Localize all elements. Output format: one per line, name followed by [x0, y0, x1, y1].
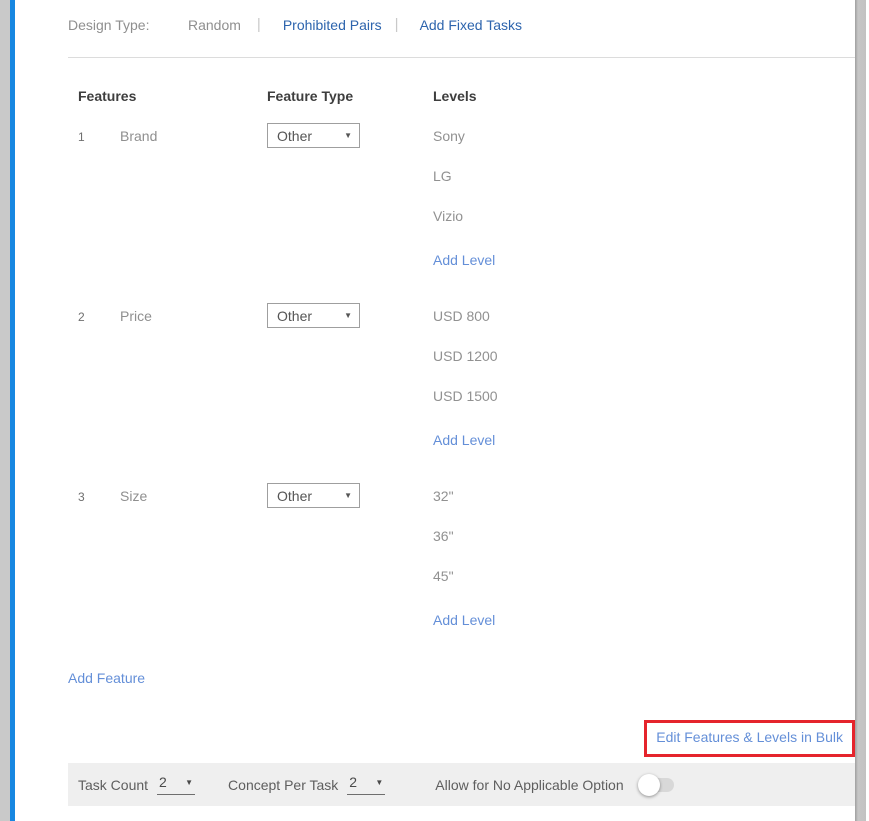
content-area: Design Type: Random | Prohibited Pairs |… — [15, 0, 869, 821]
chevron-down-icon: ▼ — [375, 778, 383, 787]
chevron-down-icon: ▼ — [344, 311, 352, 320]
feature-type-selected-value: Other — [277, 308, 312, 324]
feature-name[interactable]: Brand — [120, 123, 267, 270]
design-type-label: Design Type: — [68, 17, 188, 33]
concept-per-task-value: 2 — [349, 774, 357, 790]
table-row: 1 Brand Other ▼ Sony LG Vizio Add Level — [68, 123, 855, 270]
feature-index: 1 — [78, 123, 120, 270]
level-value[interactable]: LG — [433, 163, 855, 203]
settings-bar: Task Count 2 ▼ Concept Per Task 2 ▼ Allo… — [68, 763, 855, 806]
concept-per-task-label: Concept Per Task — [228, 777, 338, 793]
features-column-header: Features — [78, 88, 267, 104]
feature-name[interactable]: Price — [120, 303, 267, 450]
table-row: 3 Size Other ▼ 32" 36" 45" Add Level — [68, 483, 855, 630]
feature-index: 2 — [78, 303, 120, 450]
level-value[interactable]: 36" — [433, 523, 855, 563]
feature-type-selected-value: Other — [277, 128, 312, 144]
table-row: 2 Price Other ▼ USD 800 USD 1200 USD 150… — [68, 303, 855, 450]
chevron-down-icon: ▼ — [185, 778, 193, 787]
conjoint-settings-page: Design Type: Random | Prohibited Pairs |… — [0, 0, 869, 821]
feature-type-dropdown[interactable]: Other ▼ — [267, 303, 360, 328]
task-count-value: 2 — [159, 774, 167, 790]
feature-type-dropdown[interactable]: Other ▼ — [267, 123, 360, 148]
concept-per-task-dropdown[interactable]: 2 ▼ — [347, 774, 385, 795]
bulk-edit-highlight-box: Edit Features & Levels in Bulk — [644, 720, 855, 757]
design-type-value[interactable]: Random — [188, 17, 241, 33]
add-level-link[interactable]: Add Level — [433, 612, 495, 628]
add-fixed-tasks-link[interactable]: Add Fixed Tasks — [420, 17, 522, 33]
feature-type-selected-value: Other — [277, 488, 312, 504]
add-level-link[interactable]: Add Level — [433, 252, 495, 268]
level-value[interactable]: 32" — [433, 483, 855, 523]
chevron-down-icon: ▼ — [344, 131, 352, 140]
add-level-link[interactable]: Add Level — [433, 432, 495, 448]
add-feature-link[interactable]: Add Feature — [68, 670, 145, 686]
task-count-label: Task Count — [78, 777, 148, 793]
level-value[interactable]: USD 800 — [433, 303, 855, 343]
no-applicable-option-toggle[interactable] — [640, 778, 674, 792]
vertical-scrollbar[interactable] — [855, 0, 866, 821]
bulk-edit-row: Edit Features & Levels in Bulk — [68, 720, 855, 757]
levels-column-header: Levels — [433, 88, 855, 104]
task-count-dropdown[interactable]: 2 ▼ — [157, 774, 195, 795]
level-value[interactable]: USD 1500 — [433, 383, 855, 423]
level-value[interactable]: USD 1200 — [433, 343, 855, 383]
design-type-row: Design Type: Random | Prohibited Pairs |… — [68, 0, 855, 33]
separator: | — [257, 16, 261, 33]
level-value[interactable]: Sony — [433, 123, 855, 163]
feature-type-dropdown[interactable]: Other ▼ — [267, 483, 360, 508]
prohibited-pairs-link[interactable]: Prohibited Pairs — [283, 17, 382, 33]
feature-rows: 1 Brand Other ▼ Sony LG Vizio Add Level — [68, 123, 855, 630]
feature-type-column-header: Feature Type — [267, 88, 433, 104]
feature-name[interactable]: Size — [120, 483, 267, 630]
edit-features-levels-bulk-link[interactable]: Edit Features & Levels in Bulk — [656, 729, 843, 745]
level-value[interactable]: Vizio — [433, 203, 855, 243]
level-value[interactable]: 45" — [433, 563, 855, 603]
toggle-knob — [638, 774, 660, 796]
table-header-row: Features Feature Type Levels — [68, 88, 855, 104]
feature-index: 3 — [78, 483, 120, 630]
chevron-down-icon: ▼ — [344, 491, 352, 500]
left-gutter — [0, 0, 10, 821]
section-divider — [68, 57, 855, 58]
no-applicable-option-label: Allow for No Applicable Option — [435, 777, 623, 793]
separator: | — [395, 16, 399, 33]
